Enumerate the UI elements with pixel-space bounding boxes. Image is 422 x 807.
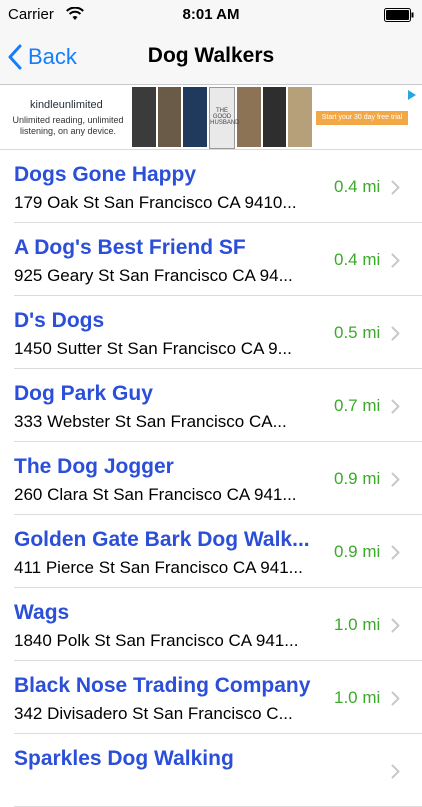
list-item[interactable]: Dogs Gone Happy 179 Oak St San Francisco… xyxy=(14,150,422,223)
walker-address: 333 Webster St San Francisco CA... xyxy=(14,412,287,431)
battery-icon xyxy=(384,8,414,22)
walker-address: 342 Divisadero St San Francisco C... xyxy=(14,704,293,723)
walker-name: D's Dogs xyxy=(14,309,105,332)
walker-address: 179 Oak St San Francisco CA 9410... xyxy=(14,193,297,212)
walker-distance: 0.7 mi xyxy=(334,396,381,415)
clock: 8:01 AM xyxy=(182,6,240,23)
list-item[interactable]: Golden Gate Bark Dog Walk... 411 Pierce … xyxy=(14,515,422,588)
ad-featured-book: THE GOOD HUSBAND xyxy=(210,108,240,126)
adchoices-icon[interactable] xyxy=(406,89,418,101)
chevron-right-icon xyxy=(391,253,400,268)
chevron-right-icon xyxy=(391,691,400,706)
list-item[interactable]: Sparkles Dog Walking xyxy=(14,734,422,807)
walker-name: Sparkles Dog Walking xyxy=(14,747,234,770)
walker-distance: 0.9 mi xyxy=(334,542,381,561)
chevron-right-icon xyxy=(391,618,400,633)
walker-address: 411 Pierce St San Francisco CA 941... xyxy=(14,558,303,577)
walker-name: Golden Gate Bark Dog Walk... xyxy=(14,528,310,551)
walker-distance: 0.4 mi xyxy=(334,177,381,196)
walker-distance: 0.4 mi xyxy=(334,250,381,269)
navigation-bar: Back Dog Walkers xyxy=(0,30,422,85)
list-item[interactable]: Dog Park Guy 333 Webster St San Francisc… xyxy=(14,369,422,442)
walker-distance: 0.5 mi xyxy=(334,323,381,342)
walker-address: 1450 Sutter St San Francisco CA 9... xyxy=(14,339,292,358)
chevron-right-icon xyxy=(391,545,400,560)
walker-name: Black Nose Trading Company xyxy=(14,674,311,697)
ad-tagline: Unlimited reading, unlimited listening, … xyxy=(12,115,124,136)
walker-address: 925 Geary St San Francisco CA 94... xyxy=(14,266,293,285)
back-button[interactable]: Back xyxy=(8,40,77,74)
walker-name: Wags xyxy=(14,601,70,624)
walker-address: 260 Clara St San Francisco CA 941... xyxy=(14,485,297,504)
dog-walker-list: Dogs Gone Happy 179 Oak St San Francisco… xyxy=(0,150,422,807)
walker-name: Dogs Gone Happy xyxy=(14,163,197,186)
chevron-left-icon xyxy=(8,44,22,70)
walker-address: 1840 Polk St San Francisco CA 941... xyxy=(14,631,299,650)
walker-name: The Dog Jogger xyxy=(14,455,174,478)
walker-distance: 0.9 mi xyxy=(334,469,381,488)
chevron-right-icon xyxy=(391,326,400,341)
chevron-right-icon xyxy=(391,180,400,195)
ad-book-covers: THE GOOD HUSBAND xyxy=(132,87,313,149)
ad-cta-button[interactable]: Start your 30 day free trial xyxy=(316,111,408,125)
list-item[interactable]: D's Dogs 1450 Sutter St San Francisco CA… xyxy=(14,296,422,369)
ad-brand: kindleunlimited xyxy=(30,99,103,111)
walker-name: Dog Park Guy xyxy=(14,382,153,405)
list-item[interactable]: The Dog Jogger 260 Clara St San Francisc… xyxy=(14,442,422,515)
walker-name: A Dog's Best Friend SF xyxy=(14,236,246,259)
ad-banner[interactable]: kindleunlimited Unlimited reading, unlim… xyxy=(0,85,422,150)
chevron-right-icon xyxy=(391,764,400,779)
chevron-right-icon xyxy=(391,472,400,487)
list-item[interactable]: Black Nose Trading Company 342 Divisader… xyxy=(14,661,422,734)
list-item[interactable]: Wags 1840 Polk St San Francisco CA 941..… xyxy=(14,588,422,661)
walker-distance: 1.0 mi xyxy=(334,615,381,634)
back-label: Back xyxy=(28,44,77,69)
chevron-right-icon xyxy=(391,399,400,414)
status-bar: Carrier 8:01 AM xyxy=(0,0,422,30)
walker-distance: 1.0 mi xyxy=(334,688,381,707)
list-item[interactable]: A Dog's Best Friend SF 925 Geary St San … xyxy=(14,223,422,296)
